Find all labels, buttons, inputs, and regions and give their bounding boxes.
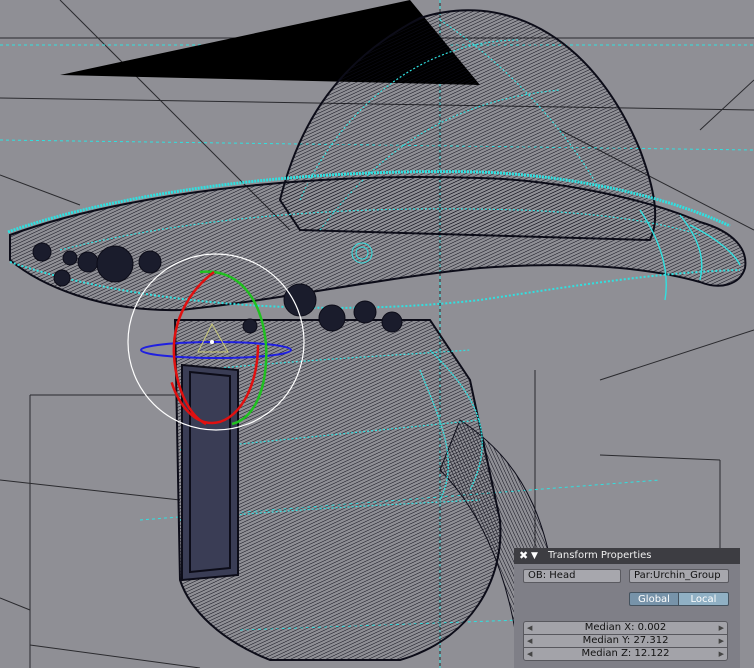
triangle-down-icon[interactable]: ▼ bbox=[531, 549, 538, 563]
object-name-field[interactable]: OB: Head bbox=[523, 569, 621, 583]
close-icon[interactable]: ✖ bbox=[519, 549, 528, 563]
median-x-value: Median X: 0.002 bbox=[584, 622, 667, 633]
visor bbox=[181, 363, 239, 582]
transform-properties-panel: ✖ ▼ Transform Properties OB: Head Par:Ur… bbox=[514, 548, 740, 668]
median-z-field[interactable]: ◀ Median Z: 12.122 ▶ bbox=[523, 647, 728, 661]
median-y-field[interactable]: ◀ Median Y: 27.312 ▶ bbox=[523, 634, 728, 648]
median-x-field[interactable]: ◀ Median X: 0.002 ▶ bbox=[523, 621, 728, 635]
median-y-value: Median Y: 27.312 bbox=[582, 635, 669, 646]
median-z-value: Median Z: 12.122 bbox=[581, 648, 670, 659]
decrement-arrow-icon[interactable]: ◀ bbox=[527, 635, 532, 647]
global-toggle-button[interactable]: Global bbox=[629, 592, 679, 606]
decrement-arrow-icon[interactable]: ◀ bbox=[527, 648, 532, 660]
local-toggle-button[interactable]: Local bbox=[679, 592, 729, 606]
increment-arrow-icon[interactable]: ▶ bbox=[719, 622, 724, 634]
increment-arrow-icon[interactable]: ▶ bbox=[719, 648, 724, 660]
panel-title: Transform Properties bbox=[548, 550, 652, 561]
decrement-arrow-icon[interactable]: ◀ bbox=[527, 622, 532, 634]
panel-header[interactable]: ✖ ▼ Transform Properties bbox=[514, 548, 740, 564]
increment-arrow-icon[interactable]: ▶ bbox=[719, 635, 724, 647]
3d-viewport[interactable]: ✖ ▼ Transform Properties OB: Head Par:Ur… bbox=[0, 0, 754, 668]
parent-name-field[interactable]: Par:Urchin_Group bbox=[629, 569, 729, 583]
